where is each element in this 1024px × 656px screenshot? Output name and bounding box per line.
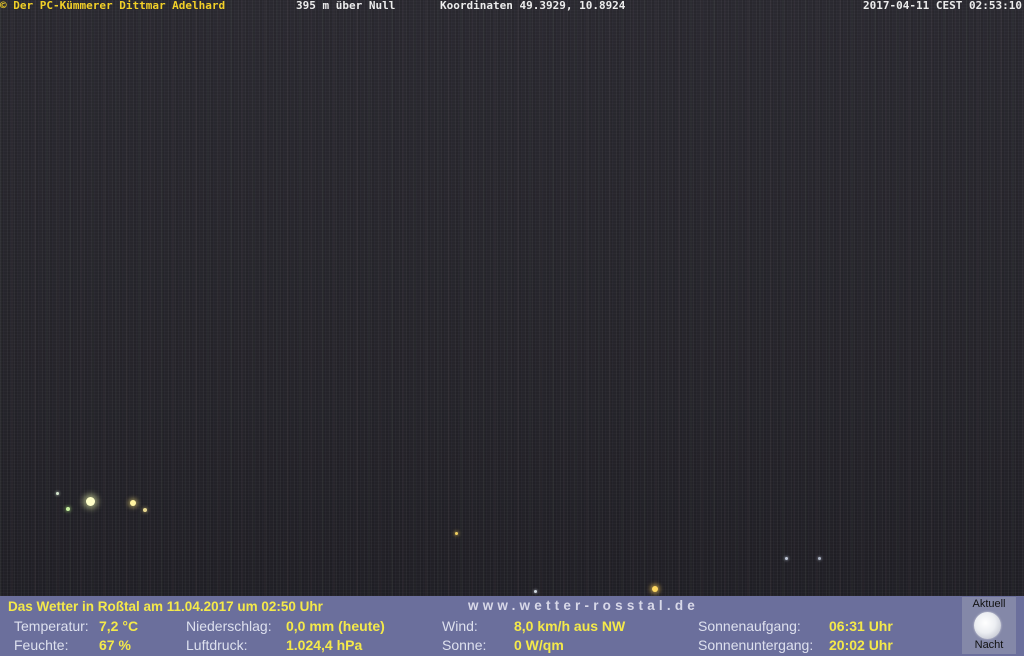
moon-current-label: Aktuell [972,598,1006,610]
sunrise-label: Sonnenaufgang: [698,618,801,634]
precipitation-value: 0,0 mm (heute) [286,618,385,634]
pressure-value: 1.024,4 hPa [286,637,363,653]
night-light [130,500,136,506]
coordinates-label: Koordinaten 49.3929, 10.8924 [440,0,626,12]
night-light [66,507,70,511]
pressure-label: Luftdruck: [186,637,248,653]
webcam-frame: © Der PC-Kümmerer Dittmar Adelhard 395 m… [0,0,1024,656]
night-light [534,590,537,593]
night-light [56,492,59,495]
copyright-credit: © Der PC-Kümmerer Dittmar Adelhard [0,0,226,12]
night-light [818,557,821,560]
humidity-label: Feuchte: [14,637,69,653]
wind-value: 8,0 km/h aus NW [514,618,626,634]
sunrise-value: 06:31 Uhr [829,618,893,634]
moon-night-label: Nacht [974,639,1004,651]
wind-label: Wind: [442,618,478,634]
timestamp-label: 2017-04-11 CEST 02:53:10 [863,0,1022,12]
night-light [785,557,788,560]
weather-info-bar: Das Wetter in Roßtal am 11.04.2017 um 02… [0,596,1024,656]
website-url: www.wetter-rosstal.de [468,598,699,613]
night-light [455,532,458,535]
temperature-value: 7,2 °C [99,618,139,634]
sun-label: Sonne: [442,637,487,653]
sunset-value: 20:02 Uhr [829,637,893,653]
night-light [143,508,147,512]
precipitation-label: Niederschlag: [186,618,272,634]
weather-title: Das Wetter in Roßtal am 11.04.2017 um 02… [8,599,323,614]
elevation-label: 395 m über Null [296,0,396,12]
humidity-value: 67 % [99,637,131,653]
sunset-label: Sonnenuntergang: [698,637,814,653]
sun-value: 0 W/qm [514,637,564,653]
night-light [86,497,95,506]
night-light [652,586,658,592]
temperature-label: Temperatur: [14,618,89,634]
moon-icon [974,612,1001,639]
moon-phase-box: Aktuell Nacht [962,597,1016,654]
